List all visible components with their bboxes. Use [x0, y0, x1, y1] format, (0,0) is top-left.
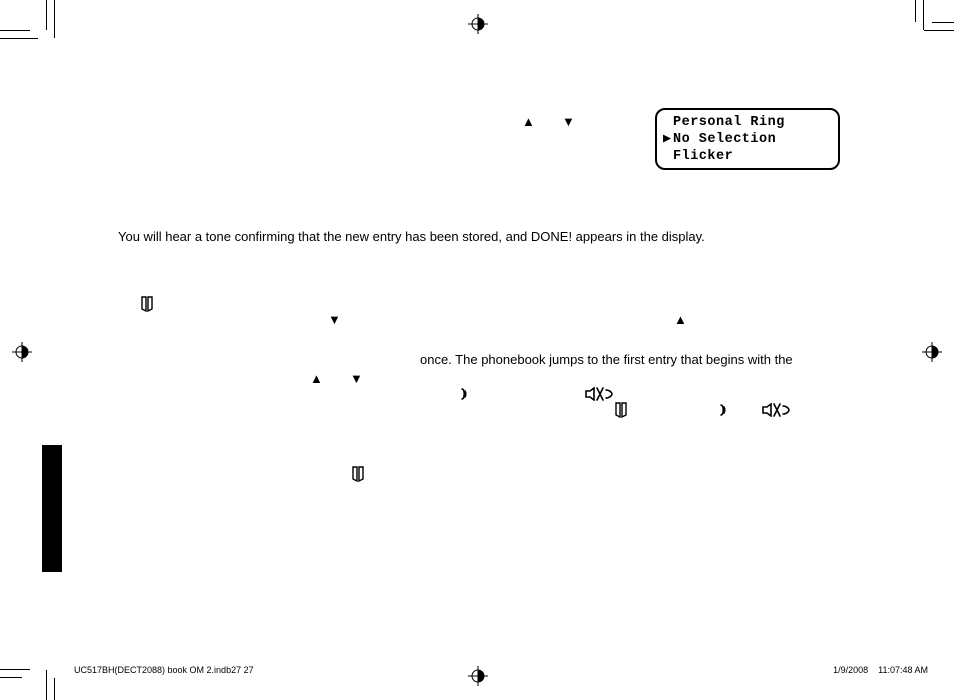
registration-mark-icon	[468, 14, 488, 34]
lcd-line2: No Selection	[673, 132, 776, 147]
footer-file: UC517BH(DECT2088) book OM 2.indb27 27	[74, 665, 254, 675]
down-arrow-icon: ▼	[350, 372, 363, 385]
footer-time: 11:07:48 AM	[878, 665, 928, 675]
speaker-icon	[585, 387, 615, 401]
phonebook-icon	[351, 466, 365, 482]
phonebook-icon	[614, 402, 628, 418]
body-text-done: You will hear a tone confirming that the…	[118, 229, 705, 244]
cursor-icon: ▶	[663, 131, 673, 148]
down-arrow-icon: ▼	[562, 115, 575, 128]
up-arrow-icon: ▲	[522, 115, 535, 128]
body-text-phonebook-jump: once. The phonebook jumps to the first e…	[420, 352, 793, 367]
lcd-line3: Flicker	[673, 149, 733, 164]
footer-date: 1/9/2008	[833, 665, 868, 675]
up-arrow-icon: ▲	[310, 372, 323, 385]
up-arrow-icon: ▲	[674, 313, 687, 326]
speaker-icon	[762, 403, 792, 417]
registration-mark-icon	[12, 342, 32, 362]
footer: UC517BH(DECT2088) book OM 2.indb27 27 1/…	[74, 665, 928, 675]
down-arrow-icon: ▼	[328, 313, 341, 326]
side-tab	[42, 445, 62, 572]
talk-icon	[457, 386, 469, 402]
talk-icon	[716, 402, 728, 418]
lcd-display: Personal Ring ▶No Selection Flicker	[655, 108, 840, 170]
registration-mark-icon	[922, 342, 942, 362]
lcd-line1: Personal Ring	[673, 115, 785, 130]
phonebook-icon	[140, 296, 154, 312]
